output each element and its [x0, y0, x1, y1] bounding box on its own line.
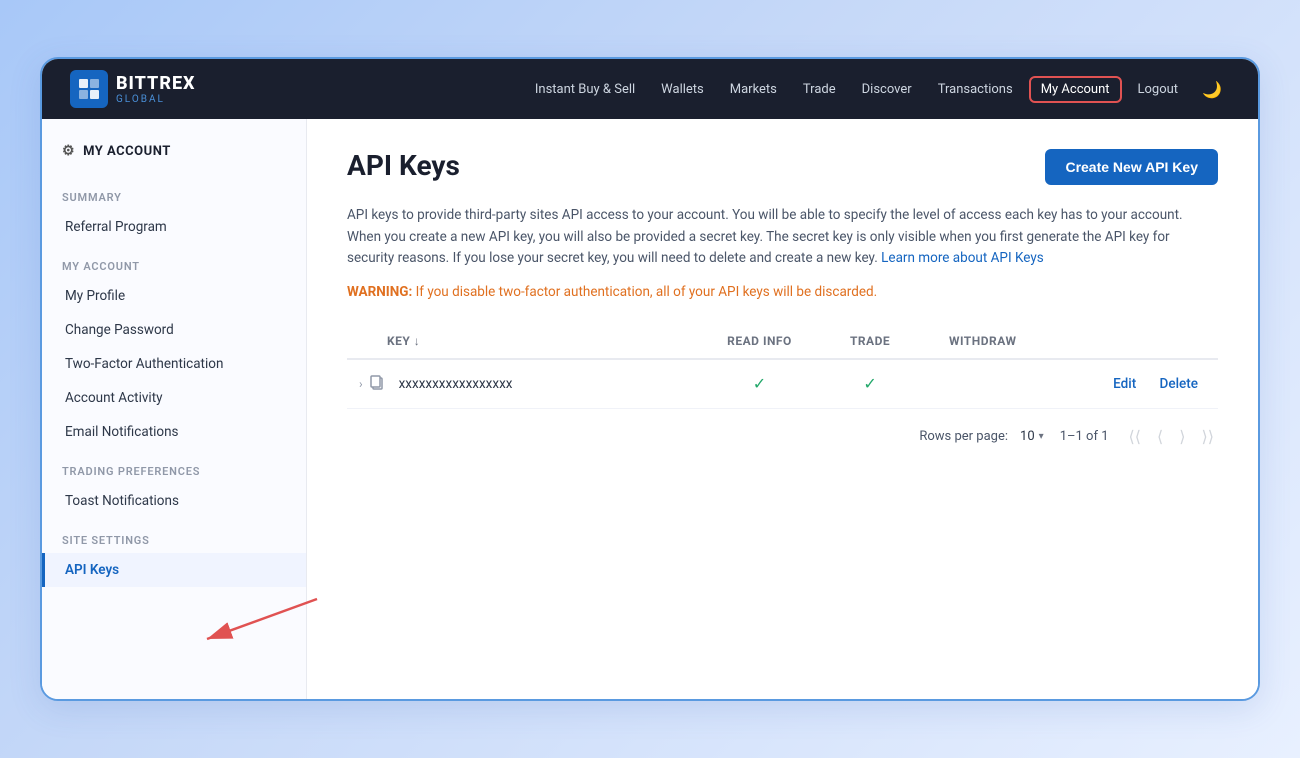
warning-label: WARNING:	[347, 284, 416, 300]
actions-cell: Edit Delete	[1049, 359, 1218, 409]
brand-name: BITTREX	[116, 73, 196, 94]
warning-text: WARNING: If you disable two-factor authe…	[347, 284, 1218, 300]
description-text: API keys to provide third-party sites AP…	[347, 205, 1197, 270]
trading-preferences-label: TRADING PREFERENCES	[42, 449, 306, 484]
logo-icon	[70, 70, 108, 108]
page-title: API Keys	[347, 149, 460, 182]
nav-markets[interactable]: Markets	[720, 76, 787, 103]
sidebar-item-referral[interactable]: Referral Program	[42, 210, 306, 244]
edit-key-button[interactable]: Edit	[1113, 376, 1136, 392]
main-layout: ⚙ MY ACCOUNT SUMMARY Referral Program MY…	[42, 119, 1258, 699]
col-header-trade: TRADE	[824, 324, 917, 359]
col-header-read-info: READ INFO	[695, 324, 823, 359]
warning-message: If you disable two-factor authentication…	[416, 284, 878, 300]
col-header-actions	[1049, 324, 1218, 359]
nav-my-account[interactable]: My Account	[1029, 76, 1122, 103]
content-area: API Keys Create New API Key API keys to …	[307, 119, 1258, 699]
brand-sub: GLOBAL	[116, 94, 196, 105]
trade-check-icon: ✓	[863, 374, 876, 393]
nav-instant-buy[interactable]: Instant Buy & Sell	[525, 76, 645, 103]
rows-per-page-value: 10	[1020, 429, 1035, 444]
my-account-label: MY ACCOUNT	[83, 144, 171, 159]
read-info-check-icon: ✓	[753, 374, 766, 393]
learn-more-link[interactable]: Learn more about API Keys	[881, 250, 1044, 266]
rows-dropdown-icon: ▾	[1039, 431, 1044, 442]
dark-mode-icon[interactable]: 🌙	[1194, 74, 1230, 105]
api-keys-table: KEY ↓ READ INFO TRADE WITHDRAW	[347, 324, 1218, 409]
my-account-section-label: MY ACCOUNT	[42, 244, 306, 279]
my-account-header: ⚙ MY ACCOUNT	[42, 143, 306, 175]
header: BITTREX GLOBAL Instant Buy & Sell Wallet…	[42, 59, 1258, 119]
nav-trade[interactable]: Trade	[793, 76, 846, 103]
nav-links: Instant Buy & Sell Wallets Markets Trade…	[525, 74, 1230, 105]
col-header-key: KEY ↓	[347, 324, 695, 359]
copy-icon[interactable]	[369, 374, 385, 394]
key-value: xxxxxxxxxxxxxxxxx	[399, 376, 513, 392]
read-info-cell: ✓	[695, 359, 823, 409]
nav-transactions[interactable]: Transactions	[928, 76, 1023, 103]
trade-cell: ✓	[824, 359, 917, 409]
table-header-row: KEY ↓ READ INFO TRADE WITHDRAW	[347, 324, 1218, 359]
table-row: › xxxxxxxxxxxxxxxxx	[347, 359, 1218, 409]
page-info: 1–1 of 1	[1060, 429, 1109, 444]
summary-label: SUMMARY	[42, 175, 306, 210]
sidebar-item-change-password[interactable]: Change Password	[42, 313, 306, 347]
site-settings-label: SITE SETTINGS	[42, 518, 306, 553]
delete-key-button[interactable]: Delete	[1160, 376, 1198, 392]
sidebar-item-my-profile[interactable]: My Profile	[42, 279, 306, 313]
app-frame: BITTREX GLOBAL Instant Buy & Sell Wallet…	[40, 57, 1260, 701]
rows-per-page-label: Rows per page:	[919, 429, 1008, 444]
sidebar-item-toast-notifications[interactable]: Toast Notifications	[42, 484, 306, 518]
next-page-button[interactable]: ⟩	[1175, 425, 1189, 448]
key-cell: › xxxxxxxxxxxxxxxxx	[347, 359, 695, 409]
nav-wallets[interactable]: Wallets	[651, 76, 714, 103]
content-header: API Keys Create New API Key	[347, 149, 1218, 185]
pagination: Rows per page: 10 ▾ 1–1 of 1 ⟨⟨ ⟨ ⟩ ⟩⟩	[347, 409, 1218, 452]
last-page-button[interactable]: ⟩⟩	[1198, 425, 1218, 448]
create-api-key-button[interactable]: Create New API Key	[1045, 149, 1218, 185]
sidebar: ⚙ MY ACCOUNT SUMMARY Referral Program MY…	[42, 119, 307, 699]
first-page-button[interactable]: ⟨⟨	[1125, 425, 1145, 448]
expand-row-icon[interactable]: ›	[359, 377, 363, 391]
nav-logout[interactable]: Logout	[1128, 76, 1189, 103]
sidebar-item-account-activity[interactable]: Account Activity	[42, 381, 306, 415]
logo-area: BITTREX GLOBAL	[70, 70, 196, 108]
sidebar-item-two-factor[interactable]: Two-Factor Authentication	[42, 347, 306, 381]
rows-per-page-select[interactable]: 10 ▾	[1020, 429, 1044, 444]
gear-icon: ⚙	[62, 143, 75, 159]
nav-discover[interactable]: Discover	[852, 76, 922, 103]
col-header-withdraw: WITHDRAW	[917, 324, 1049, 359]
sidebar-item-email-notifications[interactable]: Email Notifications	[42, 415, 306, 449]
prev-page-button[interactable]: ⟨	[1153, 425, 1167, 448]
logo-text: BITTREX GLOBAL	[116, 73, 196, 105]
sidebar-item-api-keys[interactable]: API Keys	[42, 553, 306, 587]
withdraw-cell	[917, 359, 1049, 409]
